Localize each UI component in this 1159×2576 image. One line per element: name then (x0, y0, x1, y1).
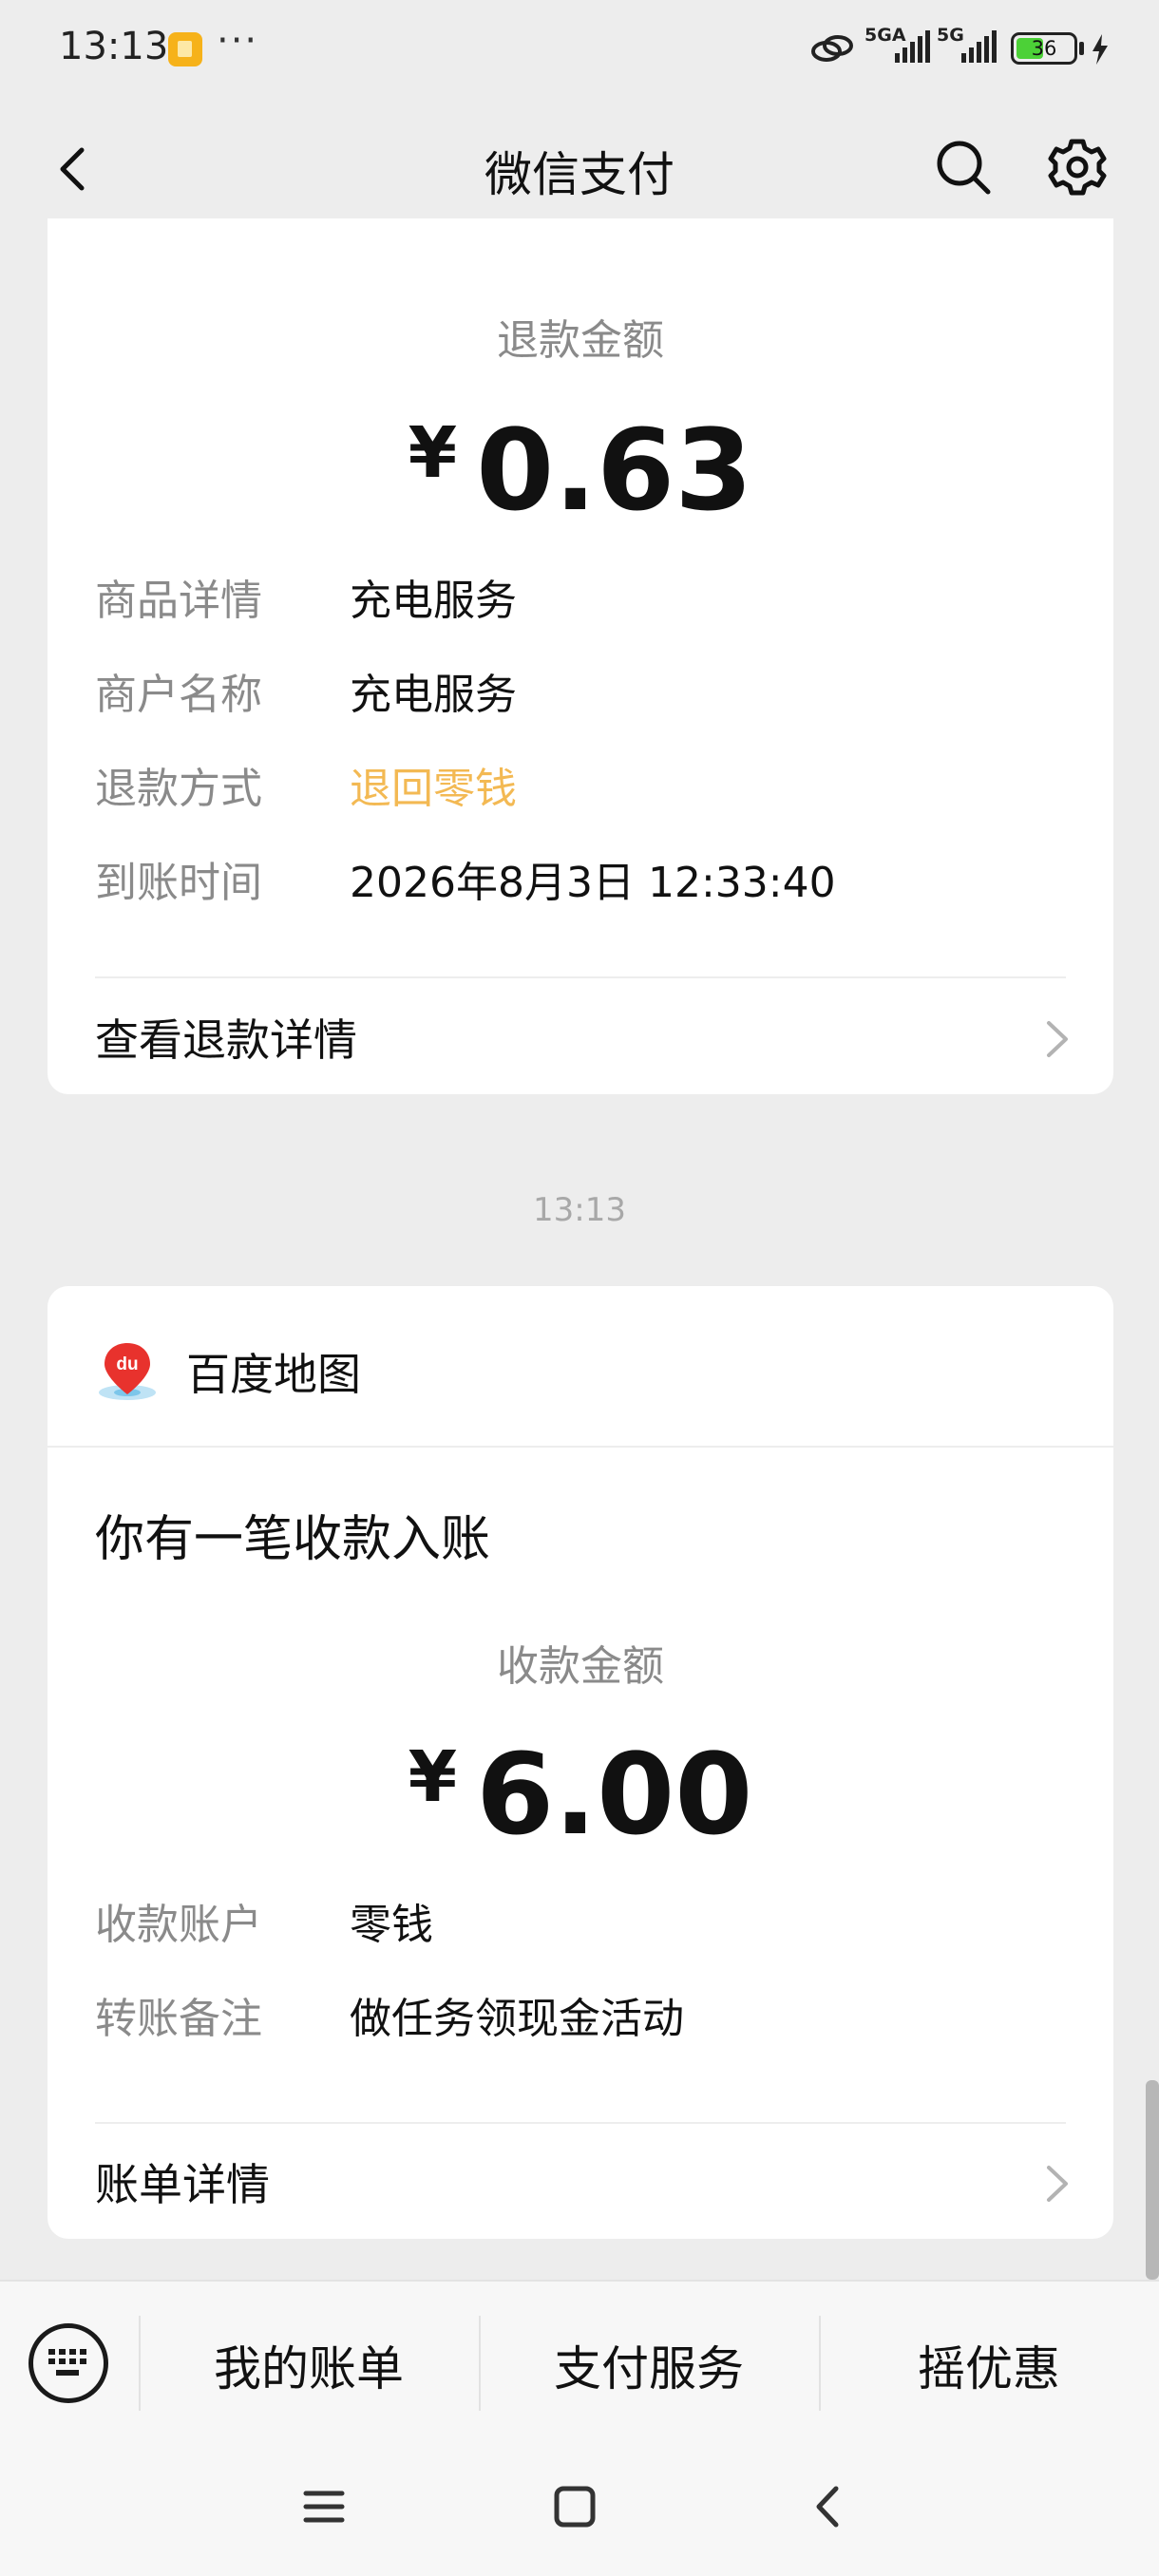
refund-amount-value: 0.63 (476, 405, 753, 536)
settings-icon[interactable] (1047, 137, 1108, 198)
message-timestamp: 13:13 (533, 1191, 626, 1229)
detail-row: 转账备注 做任务领现金活动 (95, 1984, 1066, 2043)
detail-key: 退款方式 (95, 765, 262, 813)
signal2-bars-icon (961, 28, 997, 63)
battery-level: 36 (1031, 37, 1057, 60)
detail-row: 商品详情 充电服务 (95, 566, 1066, 625)
menu-shake-deals[interactable]: 摇优惠 (820, 2331, 1158, 2399)
detail-key: 到账时间 (95, 859, 262, 907)
baidu-map-logo: du (99, 1343, 156, 1400)
receipt-card: du 百度地图 你有一笔收款入账 收款金额 ¥6.00 收款账户 零钱 转账备注… (48, 1286, 1113, 2239)
detail-value: 零钱 (350, 1901, 433, 1949)
svg-text:du: du (116, 1354, 138, 1374)
detail-key: 转账备注 (95, 1995, 262, 2043)
refund-amount-label: 退款金额 (497, 316, 664, 365)
detail-key: 商品详情 (95, 577, 262, 625)
refund-method-value: 退回零钱 (350, 765, 517, 813)
detail-value: 做任务领现金活动 (350, 1995, 684, 2043)
divider (95, 976, 1066, 978)
notes-app-icon (168, 32, 202, 66)
detail-value: 2026年8月3日 12:33:40 (350, 859, 836, 907)
detail-value: 充电服务 (350, 671, 517, 719)
detail-key: 商户名称 (95, 671, 262, 719)
signal1-bars-icon (895, 28, 930, 63)
refund-amount: ¥0.63 (48, 405, 1113, 536)
receipt-amount: ¥6.00 (48, 1729, 1113, 1860)
battery-tip (1079, 42, 1084, 55)
hotspot-link-icon (811, 35, 853, 62)
link-label: 查看退款详情 (95, 1014, 357, 1066)
keyboard-icon (48, 2349, 86, 2376)
merchant-name: 百度地图 (186, 1349, 361, 1400)
search-icon[interactable] (933, 137, 994, 198)
receipt-amount-value: 6.00 (476, 1729, 753, 1860)
detail-row: 商户名称 充电服务 (95, 660, 1066, 719)
scrollbar[interactable] (1146, 2080, 1159, 2280)
charging-bolt-icon (1092, 34, 1108, 65)
detail-row: 退款方式 退回零钱 (95, 754, 1066, 813)
more-notifications-icon: ··· (217, 19, 259, 63)
status-indicators: 5GA 5G 36 (809, 25, 1123, 70)
bill-details-link[interactable]: 账单详情 (95, 2150, 1075, 2217)
merchant-header[interactable]: du 百度地图 (48, 1286, 1113, 1448)
chevron-right-icon (1047, 2166, 1068, 2202)
top-nav-bar: 微信支付 (0, 114, 1159, 223)
chevron-right-icon (1047, 1021, 1068, 1057)
refund-card: 退款金额 ¥0.63 商品详情 充电服务 商户名称 充电服务 退款方式 退回零钱… (48, 218, 1113, 1094)
receipt-amount-label: 收款金额 (497, 1642, 664, 1691)
signal2-label: 5G (937, 25, 964, 46)
home-icon[interactable] (551, 2483, 598, 2530)
detail-key: 收款账户 (95, 1901, 262, 1949)
detail-value: 充电服务 (350, 577, 517, 625)
menu-payment-services[interactable]: 支付服务 (480, 2331, 818, 2399)
notice-title: 你有一笔收款入账 (95, 1511, 491, 1568)
currency-symbol: ¥ (408, 412, 458, 494)
status-bar: 13:13 ··· 5GA 5G 36 (0, 0, 1159, 95)
keyboard-toggle-button[interactable] (28, 2323, 108, 2403)
link-label: 账单详情 (95, 2159, 270, 2210)
bottom-menu: 我的账单 支付服务 摇优惠 (0, 2280, 1159, 2441)
system-nav-bar (0, 2441, 1159, 2576)
battery-icon: 36 (1011, 32, 1077, 65)
status-time: 13:13 (59, 25, 169, 68)
nav-back-icon[interactable] (806, 2483, 853, 2530)
view-refund-details-link[interactable]: 查看退款详情 (95, 1006, 1075, 1072)
detail-row: 到账时间 2026年8月3日 12:33:40 (95, 848, 1066, 907)
currency-symbol: ¥ (408, 1736, 458, 1818)
divider (95, 2122, 1066, 2124)
menu-my-bills[interactable]: 我的账单 (140, 2331, 478, 2399)
menu-icon[interactable] (300, 2483, 348, 2530)
detail-row: 收款账户 零钱 (95, 1890, 1066, 1949)
